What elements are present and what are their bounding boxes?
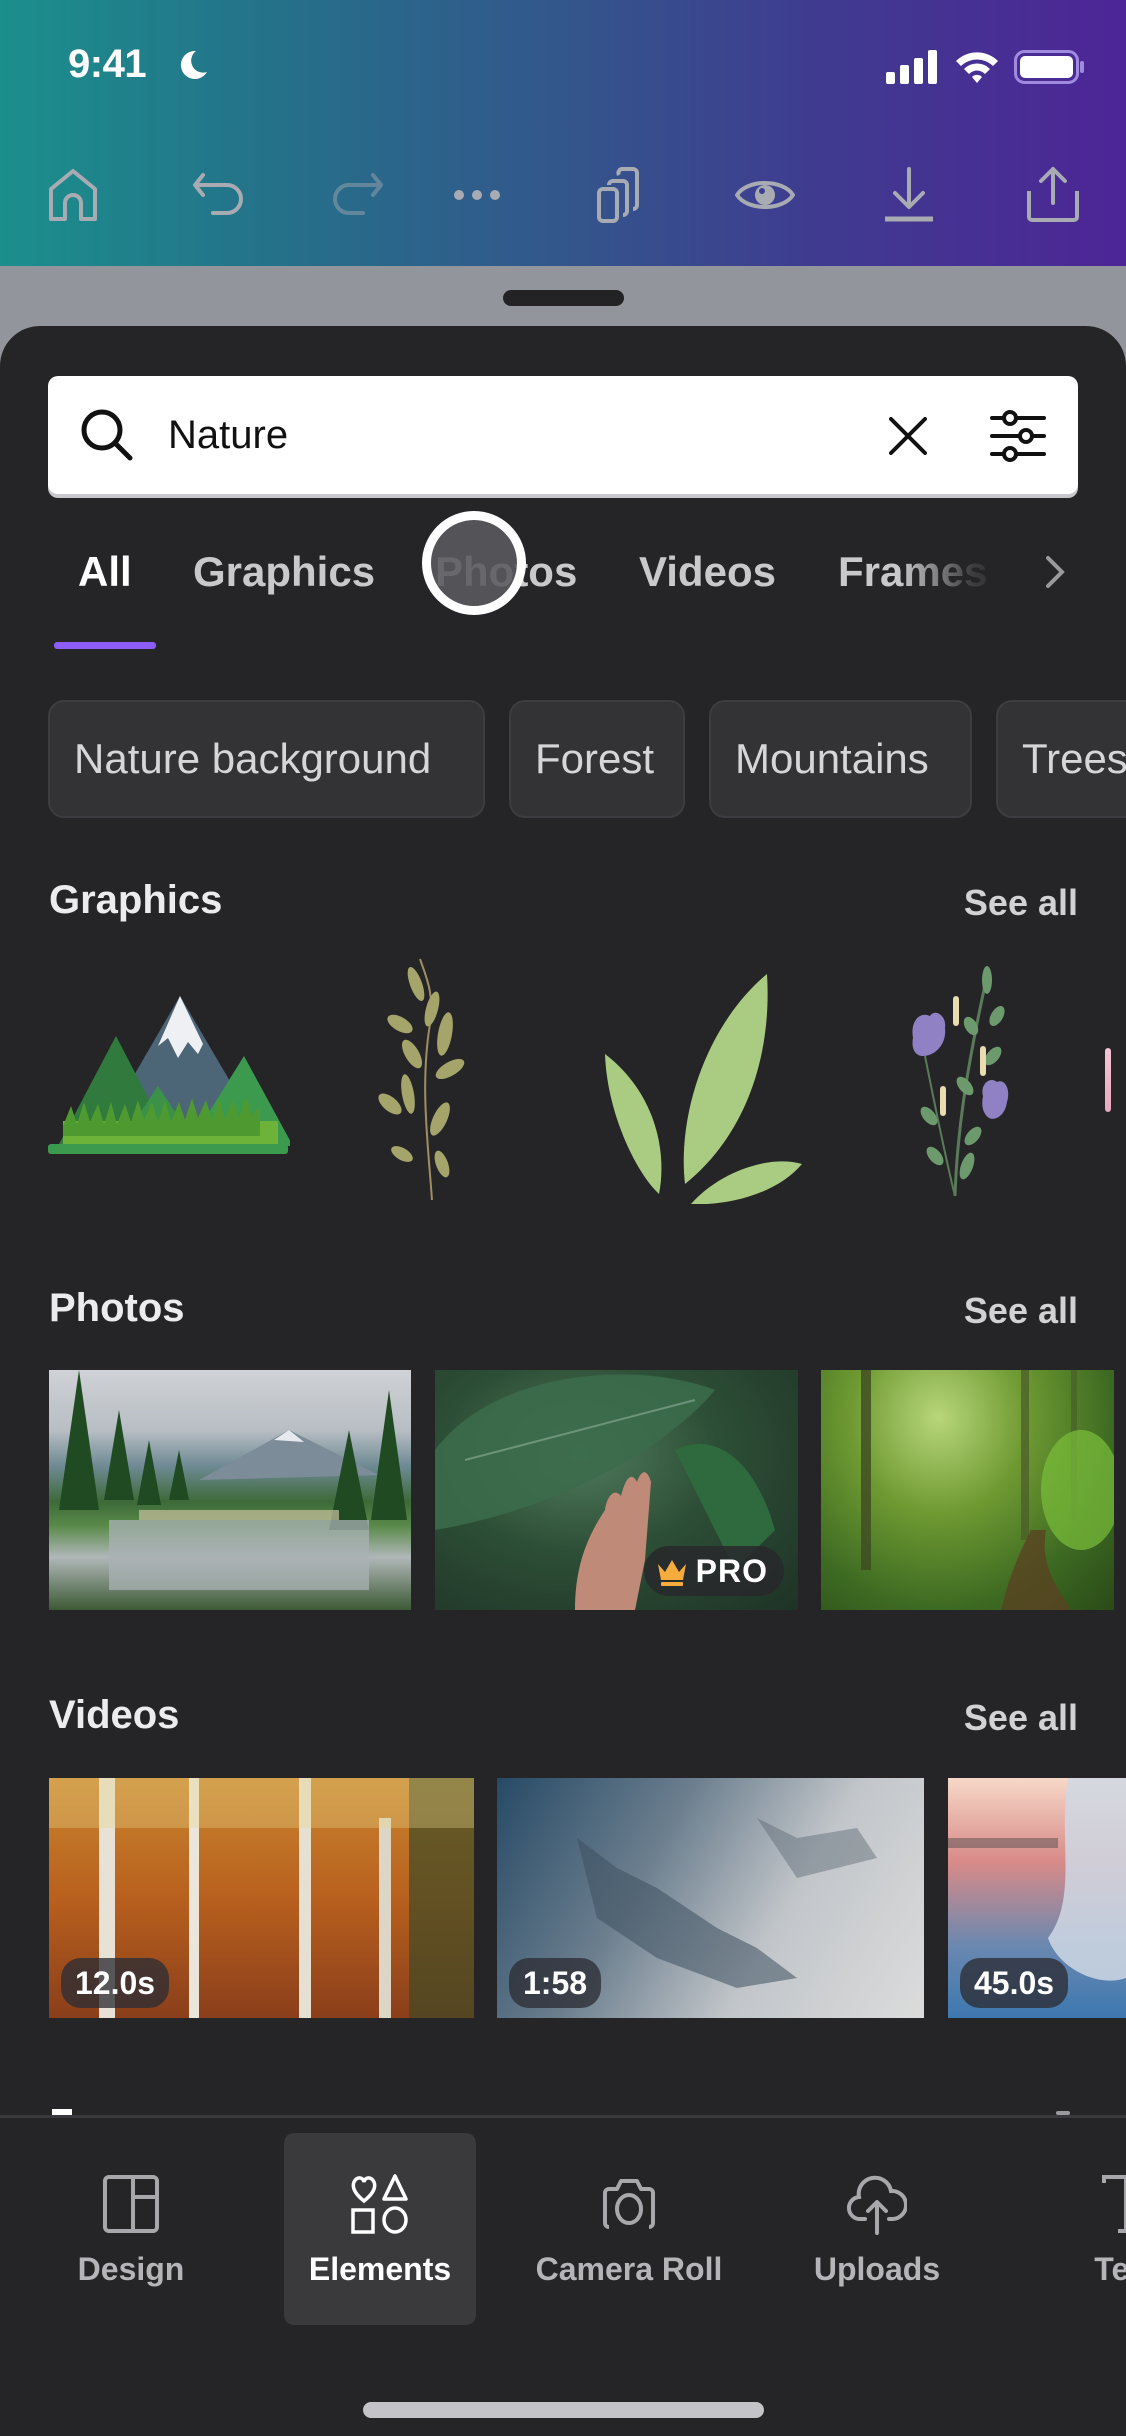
home-icon <box>49 169 97 221</box>
wifi-icon <box>956 52 998 83</box>
nav-camera-roll-label: Camera Roll <box>535 2251 723 2287</box>
text-icon <box>1102 2175 1126 2233</box>
upload-cloud-icon <box>847 2175 907 2235</box>
active-tab-indicator <box>54 642 156 649</box>
tab-all[interactable]: All <box>78 532 132 612</box>
filter-icon[interactable] <box>988 406 1048 466</box>
crown-icon <box>657 1560 686 1586</box>
moon-icon <box>180 50 207 79</box>
share-icon <box>1027 167 1079 222</box>
lavender-flowers-graphic[interactable] <box>905 966 1015 1196</box>
touch-indicator <box>422 511 526 615</box>
cellular-signal-icon <box>886 50 937 84</box>
home-button[interactable] <box>38 160 108 230</box>
nav-text[interactable]: Text <box>1030 2133 1126 2325</box>
mountain-graphic[interactable] <box>48 996 290 1166</box>
battery-icon <box>1014 50 1084 84</box>
nav-uploads[interactable]: Uploads <box>781 2133 973 2325</box>
videos-section-title: Videos <box>49 1693 180 1737</box>
pro-badge-label: PRO <box>695 1552 768 1589</box>
photo-mountain-lake[interactable] <box>49 1370 411 1610</box>
video-duration-badge: 45.0s <box>960 1958 1069 2008</box>
olive-branch-graphic[interactable] <box>370 954 490 1200</box>
nav-design-label: Design <box>77 2251 185 2287</box>
tabs-fade <box>900 532 1020 612</box>
photo-forest-path-image <box>861 1370 1114 1610</box>
green-leaves-graphic[interactable] <box>597 954 807 1204</box>
editor-header: 9:41 <box>0 0 1126 266</box>
videos-see-all[interactable]: See all <box>964 1697 1078 1739</box>
nav-elements[interactable]: Elements <box>284 2133 476 2325</box>
video-duration-badge: 12.0s <box>61 1958 170 2008</box>
video-icy-shore[interactable]: 45.0s <box>948 1778 1126 2018</box>
search-query[interactable]: Nature <box>168 376 288 494</box>
sheet-drag-handle[interactable] <box>503 290 624 306</box>
chip-mountains[interactable]: Mountains <box>709 700 972 818</box>
nav-text-label: Text <box>1094 2251 1126 2287</box>
video-misty-forest[interactable]: 1:58 <box>497 1778 924 2018</box>
undo-button[interactable] <box>184 160 254 230</box>
video-autumn-birch[interactable]: 12.0s <box>49 1778 474 2018</box>
undo-icon <box>193 173 243 215</box>
camera-icon <box>603 2179 655 2229</box>
nav-camera-roll[interactable]: Camera Roll <box>533 2133 725 2325</box>
suggestion-chips: Nature background Forest Mountains Trees <box>0 700 1126 820</box>
more-icon <box>454 190 500 200</box>
nav-elements-label: Elements <box>308 2251 452 2287</box>
design-icon <box>103 2175 159 2233</box>
chip-trees[interactable]: Trees <box>996 700 1126 818</box>
chip-nature-background[interactable]: Nature background <box>48 700 485 818</box>
search-input[interactable]: Nature <box>48 376 1078 494</box>
video-duration-badge: 1:58 <box>509 1958 602 2008</box>
bottom-navigation: Design Elements Camera Roll Uploads Text <box>0 2115 1126 2436</box>
graphics-section-title: Graphics <box>49 878 223 922</box>
elements-icon <box>351 2174 408 2234</box>
photo-forest-path[interactable] <box>821 1370 1114 1610</box>
status-icons <box>886 50 1086 84</box>
more-button[interactable] <box>442 160 512 230</box>
photos-see-all[interactable]: See all <box>964 1290 1078 1332</box>
tab-videos[interactable]: Videos <box>639 532 776 612</box>
photos-section-title: Photos <box>49 1286 185 1330</box>
photo-mountain-lake-image <box>59 1370 407 1590</box>
partial-graphic[interactable] <box>1105 1048 1111 1112</box>
pages-button[interactable] <box>586 160 656 230</box>
pages-icon <box>597 167 639 223</box>
editor-toolbar <box>0 160 1126 230</box>
download-icon <box>885 167 933 222</box>
graphics-see-all[interactable]: See all <box>964 882 1078 924</box>
chip-forest[interactable]: Forest <box>509 700 685 818</box>
share-button[interactable] <box>1018 160 1088 230</box>
eye-icon <box>735 181 795 209</box>
photo-hand-leaf[interactable]: PRO <box>435 1370 798 1610</box>
chevron-right-icon[interactable] <box>1040 552 1070 592</box>
search-icon <box>81 409 133 461</box>
redo-icon <box>333 173 383 215</box>
nav-design[interactable]: Design <box>35 2133 227 2325</box>
download-button[interactable] <box>874 160 944 230</box>
tab-graphics[interactable]: Graphics <box>193 532 375 612</box>
nav-uploads-label: Uploads <box>813 2251 941 2287</box>
redo-button[interactable] <box>322 160 392 230</box>
preview-button[interactable] <box>730 160 800 230</box>
pro-badge: PRO <box>643 1546 784 1596</box>
clear-icon[interactable] <box>883 411 933 461</box>
status-time: 9:41 <box>68 42 147 86</box>
home-indicator <box>363 2402 764 2418</box>
